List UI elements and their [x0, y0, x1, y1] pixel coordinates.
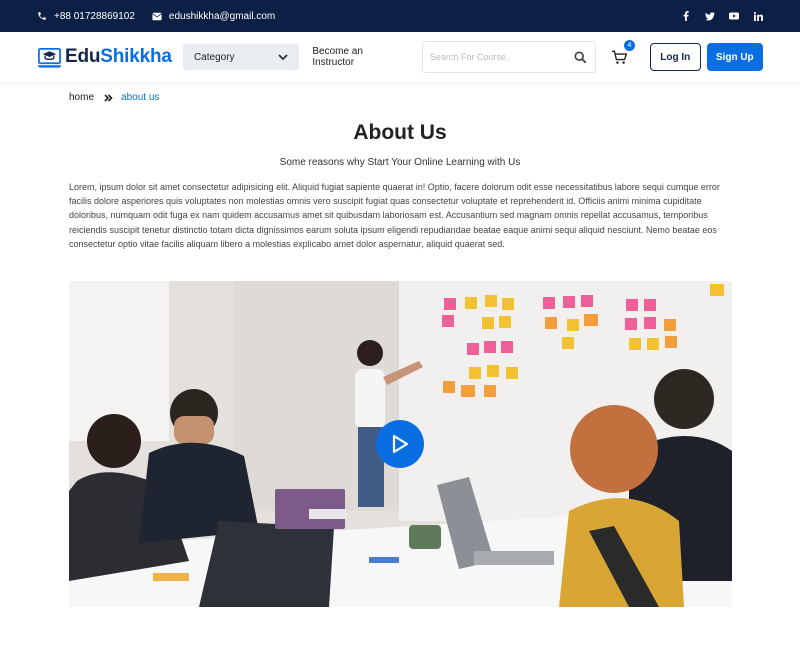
phone-icon: [38, 12, 46, 20]
logo-icon: [37, 47, 62, 68]
about-video[interactable]: [69, 281, 732, 607]
logo-text-edu: Edu: [65, 46, 101, 67]
envelope-icon: [152, 12, 162, 20]
twitter-icon[interactable]: [705, 11, 715, 21]
search-box[interactable]: Search For Course.: [421, 41, 597, 73]
search-input[interactable]: Search For Course.: [430, 52, 575, 62]
category-dropdown[interactable]: Category: [182, 44, 300, 70]
email-contact[interactable]: edushikkha@gmail.com: [152, 11, 275, 22]
email-address: edushikkha@gmail.com: [168, 10, 276, 22]
signup-button[interactable]: Sign Up: [706, 43, 763, 71]
youtube-icon[interactable]: [729, 11, 739, 21]
double-chevron-right-icon: [104, 93, 113, 102]
breadcrumb-home[interactable]: home: [69, 92, 94, 103]
cart-button[interactable]: 4: [609, 40, 635, 67]
logo-text: EduShikkha: [65, 46, 172, 68]
play-icon: [392, 434, 409, 454]
category-label: Category: [193, 51, 235, 63]
social-links: [681, 11, 763, 21]
breadcrumb: home about us: [69, 92, 159, 103]
breadcrumb-current: about us: [121, 92, 160, 103]
cart-icon: [611, 50, 627, 64]
about-paragraph: Lorem, ipsum dolor sit amet consectetur …: [69, 182, 720, 249]
page-subtitle: Some reasons why Start Your Online Learn…: [279, 157, 521, 168]
phone-number: +88 01728869102: [54, 10, 135, 22]
logo-text-shikkha: Shikkha: [100, 46, 172, 67]
page-title: About Us: [353, 121, 447, 144]
search-icon[interactable]: [574, 50, 587, 64]
login-button[interactable]: Log In: [649, 43, 701, 71]
site-logo[interactable]: EduShikkha: [37, 45, 183, 70]
facebook-icon[interactable]: [681, 11, 691, 21]
play-button[interactable]: [376, 420, 424, 468]
become-instructor-link[interactable]: Become an Instructor: [312, 46, 404, 68]
phone-contact[interactable]: +88 01728869102: [37, 11, 135, 22]
top-bar: +88 01728869102 edushikkha@gmail.com: [0, 0, 800, 32]
main-header: EduShikkha Category Become an Instructor…: [0, 32, 800, 82]
chevron-down-icon: [278, 53, 288, 60]
cart-count-badge: 4: [623, 40, 635, 51]
linkedin-icon[interactable]: [753, 11, 763, 21]
